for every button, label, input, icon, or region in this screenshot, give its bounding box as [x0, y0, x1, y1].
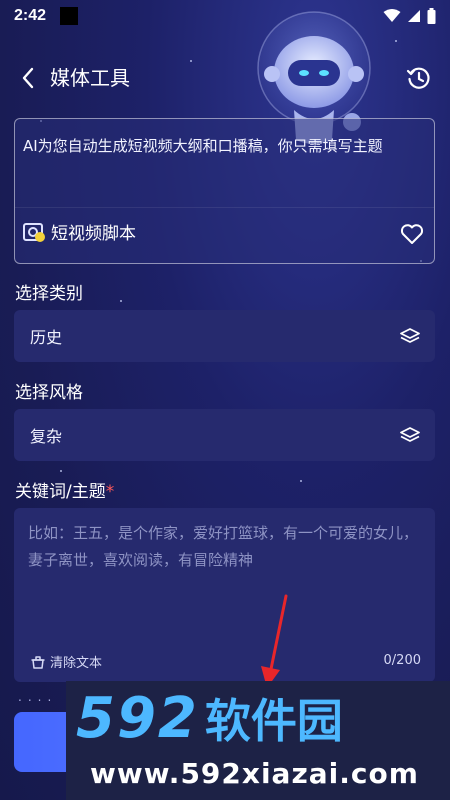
back-button[interactable] — [14, 64, 42, 92]
status-time: 2:42 — [14, 7, 47, 24]
history-button[interactable] — [406, 65, 432, 91]
red-arrow-annotation — [261, 594, 288, 688]
heart-outline-icon — [400, 224, 424, 244]
char-counter: 0/200 — [383, 653, 421, 668]
favorite-button[interactable] — [400, 223, 424, 245]
loading-dots: .... — [18, 690, 58, 704]
layers-icon — [400, 328, 420, 343]
divider — [15, 207, 434, 208]
eraser-icon — [31, 655, 45, 669]
category-select[interactable]: 历史 — [14, 310, 435, 362]
site-watermark: 592 软件园 www.592xiazai.com — [66, 681, 450, 800]
category-label: 选择类别 — [15, 284, 83, 304]
signal-icon — [408, 10, 420, 22]
status-indicators — [383, 8, 436, 24]
tool-description: AI为您自动生成短视频大纲和口播稿，你只需填写主题 — [23, 137, 383, 155]
status-bar: 2:42 — [0, 0, 450, 32]
tool-intro-card: AI为您自动生成短视频大纲和口播稿，你只需填写主题 短视频脚本 — [14, 118, 435, 264]
style-select[interactable]: 复杂 — [14, 409, 435, 461]
clear-text-button[interactable]: 清除文本 — [30, 652, 102, 671]
keywords-placeholder: 比如：王五，是个作家，爱好打篮球，有一个可爱的女儿，妻子离世，喜欢阅读，有冒险精… — [28, 524, 419, 569]
video-script-icon — [23, 222, 45, 242]
tool-title-row: 短视频脚本 — [23, 219, 136, 244]
chevron-left-icon — [22, 67, 34, 89]
style-value: 复杂 — [30, 427, 63, 446]
watermark-url: www.592xiazai.com — [90, 757, 419, 790]
app-header: 媒体工具 — [0, 52, 450, 104]
layers-icon — [400, 427, 420, 442]
wifi-icon — [383, 9, 401, 22]
watermark-logo: 592 软件园 — [76, 689, 343, 751]
watermark-logo-digits: 592 — [76, 686, 199, 751]
page-title: 媒体工具 — [50, 66, 130, 90]
tool-name: 短视频脚本 — [51, 224, 136, 244]
keywords-label: 关键词/主题* — [15, 477, 114, 502]
keywords-textarea[interactable]: 比如：王五，是个作家，爱好打篮球，有一个可爱的女儿，妻子离世，喜欢阅读，有冒险精… — [14, 508, 435, 682]
battery-icon — [427, 8, 436, 24]
category-value: 历史 — [30, 328, 63, 347]
history-clock-icon — [406, 67, 430, 89]
clear-text-label: 清除文本 — [50, 656, 103, 671]
watermark-logo-text: 软件园 — [204, 694, 343, 748]
keywords-label-text: 关键词/主题 — [15, 482, 106, 502]
required-mark: * — [105, 482, 115, 502]
notification-icon — [60, 7, 79, 25]
style-label: 选择风格 — [15, 383, 83, 403]
